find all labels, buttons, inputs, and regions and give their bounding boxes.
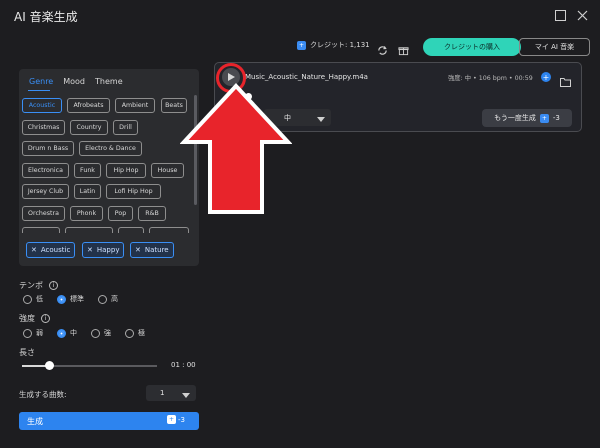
genre-tag[interactable]: Pop [108, 206, 133, 221]
intensity-radio-extreme[interactable] [125, 328, 134, 338]
tempo-label: テンポ [19, 281, 43, 290]
selected-chip[interactable]: ✕ Happy [82, 242, 125, 258]
intensity-radio-strong[interactable] [91, 328, 100, 338]
tab-theme[interactable]: Theme [95, 77, 123, 86]
genre-tag[interactable]: R&B [138, 206, 166, 221]
info-icon[interactable]: i [49, 281, 58, 290]
remove-icon[interactable]: ✕ [135, 246, 141, 254]
count-label: 生成する曲数: [19, 390, 67, 399]
count-value: 1 [160, 389, 165, 397]
selected-chip[interactable]: ✕ Acoustic [26, 242, 76, 258]
track-meta: 強度: 中 • 106 bpm • 00:59 [448, 75, 533, 82]
genre-tag[interactable]: Ambient [115, 98, 155, 113]
window-title: AI 音楽生成 [14, 10, 78, 24]
length-value: 01 : 00 [171, 361, 196, 369]
genre-tag[interactable]: Afrobeats [67, 98, 110, 113]
length-slider-thumb[interactable] [45, 361, 54, 370]
refresh-icon[interactable] [377, 41, 388, 60]
selected-chip[interactable]: ✕ Nature [130, 242, 174, 258]
generate-label: 生成 [27, 417, 43, 426]
genre-tag[interactable]: Jersey Club [22, 184, 69, 199]
regenerate-button[interactable]: もう一度生成 + -3 [482, 109, 572, 127]
remove-icon[interactable]: ✕ [31, 246, 37, 254]
genre-tags-overflow [22, 227, 192, 233]
add-icon[interactable]: + [541, 72, 551, 82]
info-icon[interactable]: i [41, 314, 50, 323]
genre-tag[interactable]: Drum n Bass [22, 141, 74, 156]
maximize-icon[interactable] [553, 8, 567, 22]
generate-cost: + -3 [167, 415, 185, 424]
count-dropdown[interactable]: 1 [146, 385, 196, 401]
genre-tag[interactable]: Christmas [22, 120, 65, 135]
credit-icon: + [297, 40, 306, 50]
pointer-arrow [179, 82, 293, 216]
credit-icon: + [539, 113, 549, 123]
tab-genre[interactable]: Genre [29, 77, 53, 86]
regenerate-label: もう一度生成 [494, 114, 536, 122]
genre-tag[interactable]: Acoustic [22, 98, 62, 113]
my-ai-music-button[interactable]: マイ AI 音楽 [519, 38, 590, 56]
tempo-radio-low[interactable] [23, 294, 32, 304]
tab-underline [28, 90, 50, 91]
regenerate-cost: -3 [552, 114, 560, 122]
genre-tag[interactable]: Phonk [70, 206, 103, 221]
length-slider[interactable] [22, 365, 157, 367]
intensity-label: 強度 [19, 314, 35, 323]
intensity-radio-weak[interactable] [23, 328, 32, 338]
remove-icon[interactable]: ✕ [87, 246, 93, 254]
category-tabs: Genre Mood Theme [29, 77, 123, 86]
track-filename: Music_Acoustic_Nature_Happy.m4a [245, 73, 368, 81]
genre-tag[interactable]: Electronica [22, 163, 69, 178]
genre-tag[interactable]: Hip Hop [106, 163, 146, 178]
buy-credits-button[interactable]: クレジットの購入 [423, 38, 521, 56]
gift-icon[interactable] [398, 41, 409, 60]
genre-tag[interactable]: Drill [113, 120, 138, 135]
chevron-down-icon [182, 384, 190, 403]
tempo-label-row: テンポ i [19, 280, 58, 291]
length-label: 長さ [19, 348, 35, 357]
genre-tag[interactable]: Funk [74, 163, 101, 178]
tempo-options: 低 標準 高 [23, 294, 118, 304]
tab-mood[interactable]: Mood [63, 77, 85, 86]
title-bar [0, 0, 600, 32]
close-icon[interactable] [575, 8, 589, 22]
credit-icon: + [167, 415, 176, 424]
generate-button[interactable]: 生成 + -3 [19, 412, 199, 430]
genre-tag[interactable]: Country [70, 120, 108, 135]
intensity-label-row: 強度 i [19, 313, 50, 324]
intensity-radio-medium[interactable] [57, 328, 66, 338]
genre-tag[interactable]: Orchestra [22, 206, 65, 221]
chevron-down-icon [317, 108, 325, 127]
genre-tag[interactable]: Electro & Dance [79, 141, 142, 156]
folder-icon[interactable] [560, 72, 571, 91]
tempo-radio-standard[interactable] [57, 294, 66, 304]
genre-tag[interactable]: Latin [74, 184, 101, 199]
intensity-options: 弱 中 強 極 [23, 328, 145, 338]
credit-text: クレジット: 1,131 [310, 41, 370, 49]
credit-display: + クレジット: 1,131 [297, 40, 370, 50]
tempo-radio-high[interactable] [98, 294, 107, 304]
genre-tag[interactable]: Lofi Hip Hop [106, 184, 161, 199]
